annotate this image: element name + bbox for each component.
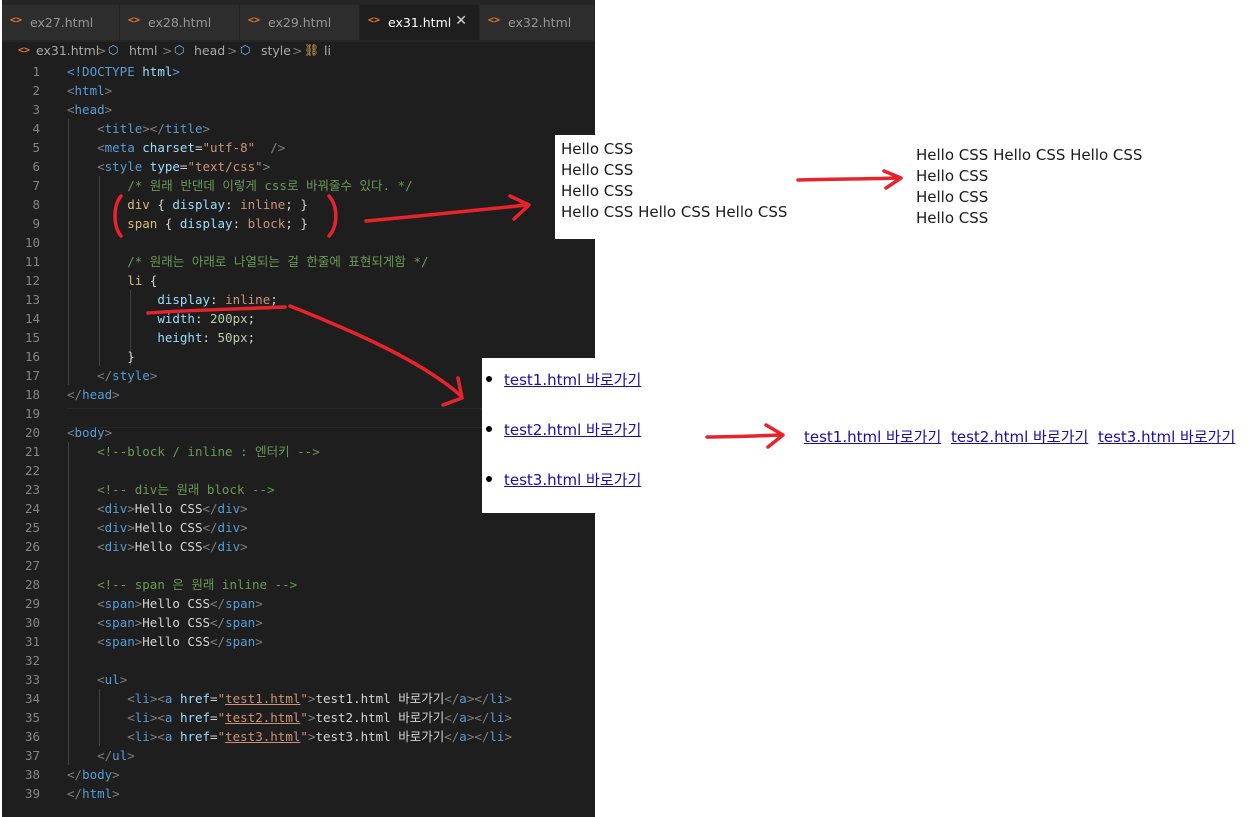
left-bracket-annotation: [113, 194, 123, 238]
arrow-annotation: [288, 304, 462, 397]
arrow-annotation: [705, 433, 782, 439]
annotation-layer: [113, 169, 903, 449]
right-bracket-annotation: [327, 194, 338, 238]
underline-annotation: [146, 305, 287, 315]
arrow-annotation: [796, 176, 900, 182]
arrow-annotation: [364, 203, 529, 223]
